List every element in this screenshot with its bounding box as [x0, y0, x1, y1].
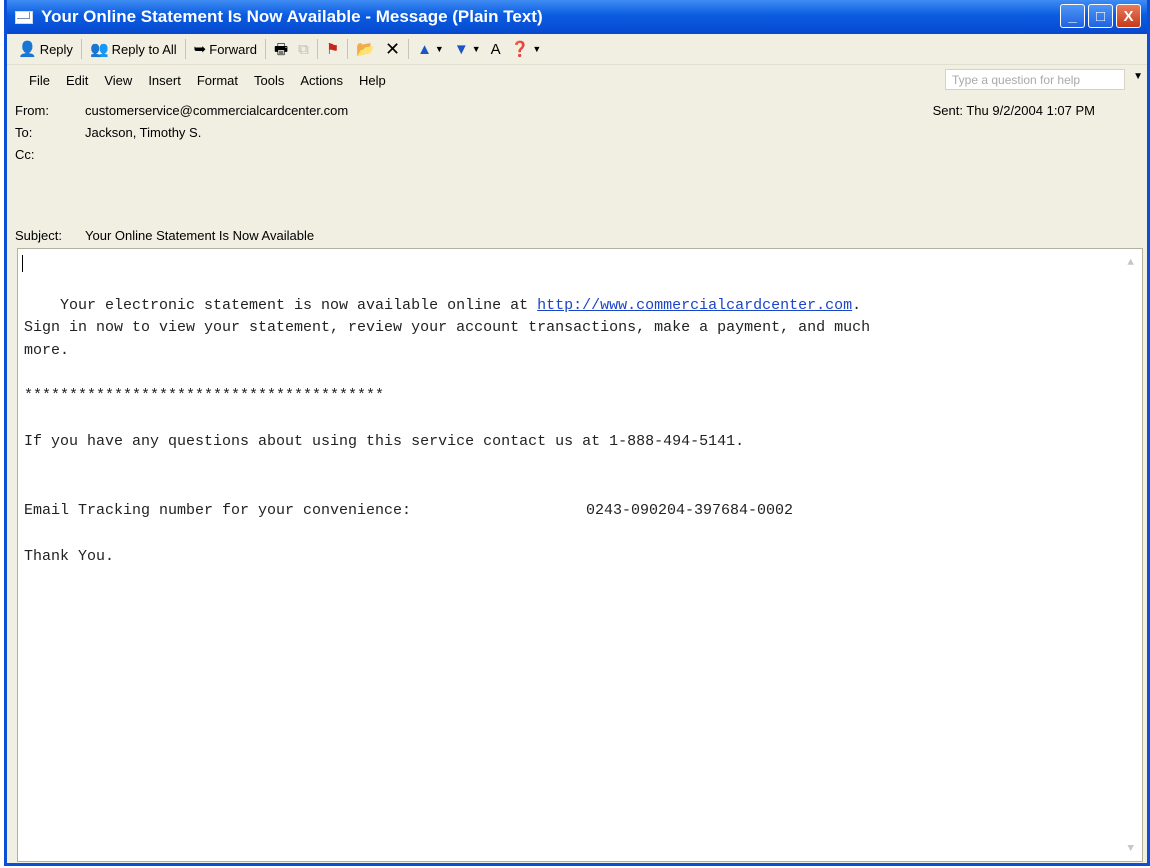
font-size-icon: A	[490, 40, 501, 58]
to-label: To:	[15, 125, 33, 140]
body-line-3: more.	[24, 342, 70, 359]
maximize-button[interactable]: □	[1088, 4, 1113, 28]
body-line-2: Sign in now to view your statement, revi…	[24, 319, 871, 336]
font-size-button[interactable]: A	[486, 37, 506, 61]
minimize-button[interactable]: _	[1060, 4, 1085, 28]
reply-all-button[interactable]: 👥 Reply to All	[85, 37, 182, 61]
to-value[interactable]: Jackson, Timothy S.	[85, 125, 201, 140]
menu-view[interactable]: View	[96, 73, 140, 88]
subject-value: Your Online Statement Is Now Available	[85, 228, 315, 243]
menu-help[interactable]: Help	[351, 73, 394, 88]
message-body[interactable]: ▲ Your electronic statement is now avail…	[17, 248, 1143, 862]
toolbar-separator	[264, 39, 266, 59]
forward-icon: ➥	[193, 40, 207, 58]
dropdown-icon: ▼	[471, 44, 481, 54]
flag-button[interactable]: ⚑	[321, 37, 344, 61]
cc-row: Cc:	[15, 147, 85, 162]
copy-icon: ⧉	[298, 40, 309, 58]
down-arrow-icon: ▼	[453, 40, 469, 58]
help-search-input[interactable]: Type a question for help	[945, 69, 1125, 90]
menu-bar: File Edit View Insert Format Tools Actio…	[7, 65, 1147, 95]
text-cursor	[22, 255, 23, 272]
close-button[interactable]: X	[1116, 4, 1141, 28]
copy-button[interactable]: ⧉	[293, 37, 314, 61]
body-period: .	[852, 297, 862, 314]
help-button[interactable]: ❓ ▼	[506, 37, 547, 61]
move-to-folder-icon: 📂	[356, 40, 375, 58]
tracking-label: Email Tracking number for your convenien…	[24, 502, 412, 519]
toolbar-separator	[408, 39, 410, 59]
sent-date: Sent: Thu 9/2/2004 1:07 PM	[932, 103, 1095, 118]
print-button[interactable]: 🖶	[269, 37, 293, 61]
menu-edit[interactable]: Edit	[58, 73, 96, 88]
reply-all-icon: 👥	[89, 40, 109, 58]
next-item-button[interactable]: ▼ ▼	[449, 37, 486, 61]
menu-tools[interactable]: Tools	[246, 73, 292, 88]
tracking-number: 0243-090204-397684-0002	[586, 502, 794, 519]
toolbar-separator	[184, 39, 186, 59]
help-dropdown-icon[interactable]: ▼	[1133, 71, 1143, 82]
reply-icon: 👤	[18, 40, 37, 58]
contact-line: If you have any questions about using th…	[24, 433, 745, 450]
toolbar: 👤 Reply 👥 Reply to All ➥ Forward 🖶 ⧉ ⚑ 📂…	[7, 34, 1147, 65]
forward-button[interactable]: ➥ Forward	[189, 37, 262, 61]
reply-all-label: Reply to All	[111, 41, 177, 57]
reply-button[interactable]: 👤 Reply	[13, 37, 78, 61]
toolbar-separator	[316, 39, 318, 59]
toolbar-separator	[347, 39, 349, 59]
from-value[interactable]: customerservice@commercialcardcenter.com	[85, 103, 348, 118]
title-bar[interactable]: Your Online Statement Is Now Available -…	[7, 0, 1147, 34]
move-button[interactable]: 📂	[351, 37, 380, 61]
forward-label: Forward	[209, 41, 257, 57]
menu-actions[interactable]: Actions	[292, 73, 351, 88]
scroll-down-icon[interactable]: ▼	[1127, 843, 1134, 855]
previous-item-button[interactable]: ▲ ▼	[412, 37, 449, 61]
menu-format[interactable]: Format	[189, 73, 246, 88]
dropdown-icon: ▼	[532, 44, 542, 54]
thanks-line: Thank You.	[24, 548, 115, 565]
window-controls: _ □ X	[1060, 4, 1141, 28]
statement-link[interactable]: http://www.commercialcardcenter.com	[537, 297, 852, 314]
menu-file[interactable]: File	[21, 73, 58, 88]
body-intro-text: Your electronic statement is now availab…	[24, 297, 538, 314]
to-row: To: Jackson, Timothy S.	[15, 125, 201, 140]
separator-stars: ****************************************	[24, 387, 385, 404]
envelope-icon	[15, 10, 33, 24]
flag-icon: ⚑	[325, 40, 340, 58]
reply-label: Reply	[39, 41, 73, 57]
dropdown-icon: ▼	[434, 44, 444, 54]
menu-insert[interactable]: Insert	[140, 73, 189, 88]
print-icon: 🖶	[273, 40, 289, 58]
scroll-up-icon[interactable]: ▲	[1127, 257, 1134, 269]
from-row: From: customerservice@commercialcardcent…	[15, 103, 348, 118]
up-arrow-icon: ▲	[417, 40, 432, 58]
message-header: From: customerservice@commercialcardcent…	[7, 95, 1147, 179]
body-line-1: Your electronic statement is now availab…	[24, 297, 861, 314]
cc-label: Cc:	[15, 147, 35, 162]
help-icon: ❓	[510, 40, 530, 58]
window-title: Your Online Statement Is Now Available -…	[41, 7, 543, 26]
delete-icon: ✕	[384, 39, 401, 59]
subject-label: Subject:	[15, 228, 62, 243]
from-label: From:	[15, 103, 49, 118]
subject-row: Subject: Your Online Statement Is Now Av…	[15, 228, 314, 243]
delete-button[interactable]: ✕	[380, 37, 405, 61]
toolbar-separator	[80, 39, 82, 59]
